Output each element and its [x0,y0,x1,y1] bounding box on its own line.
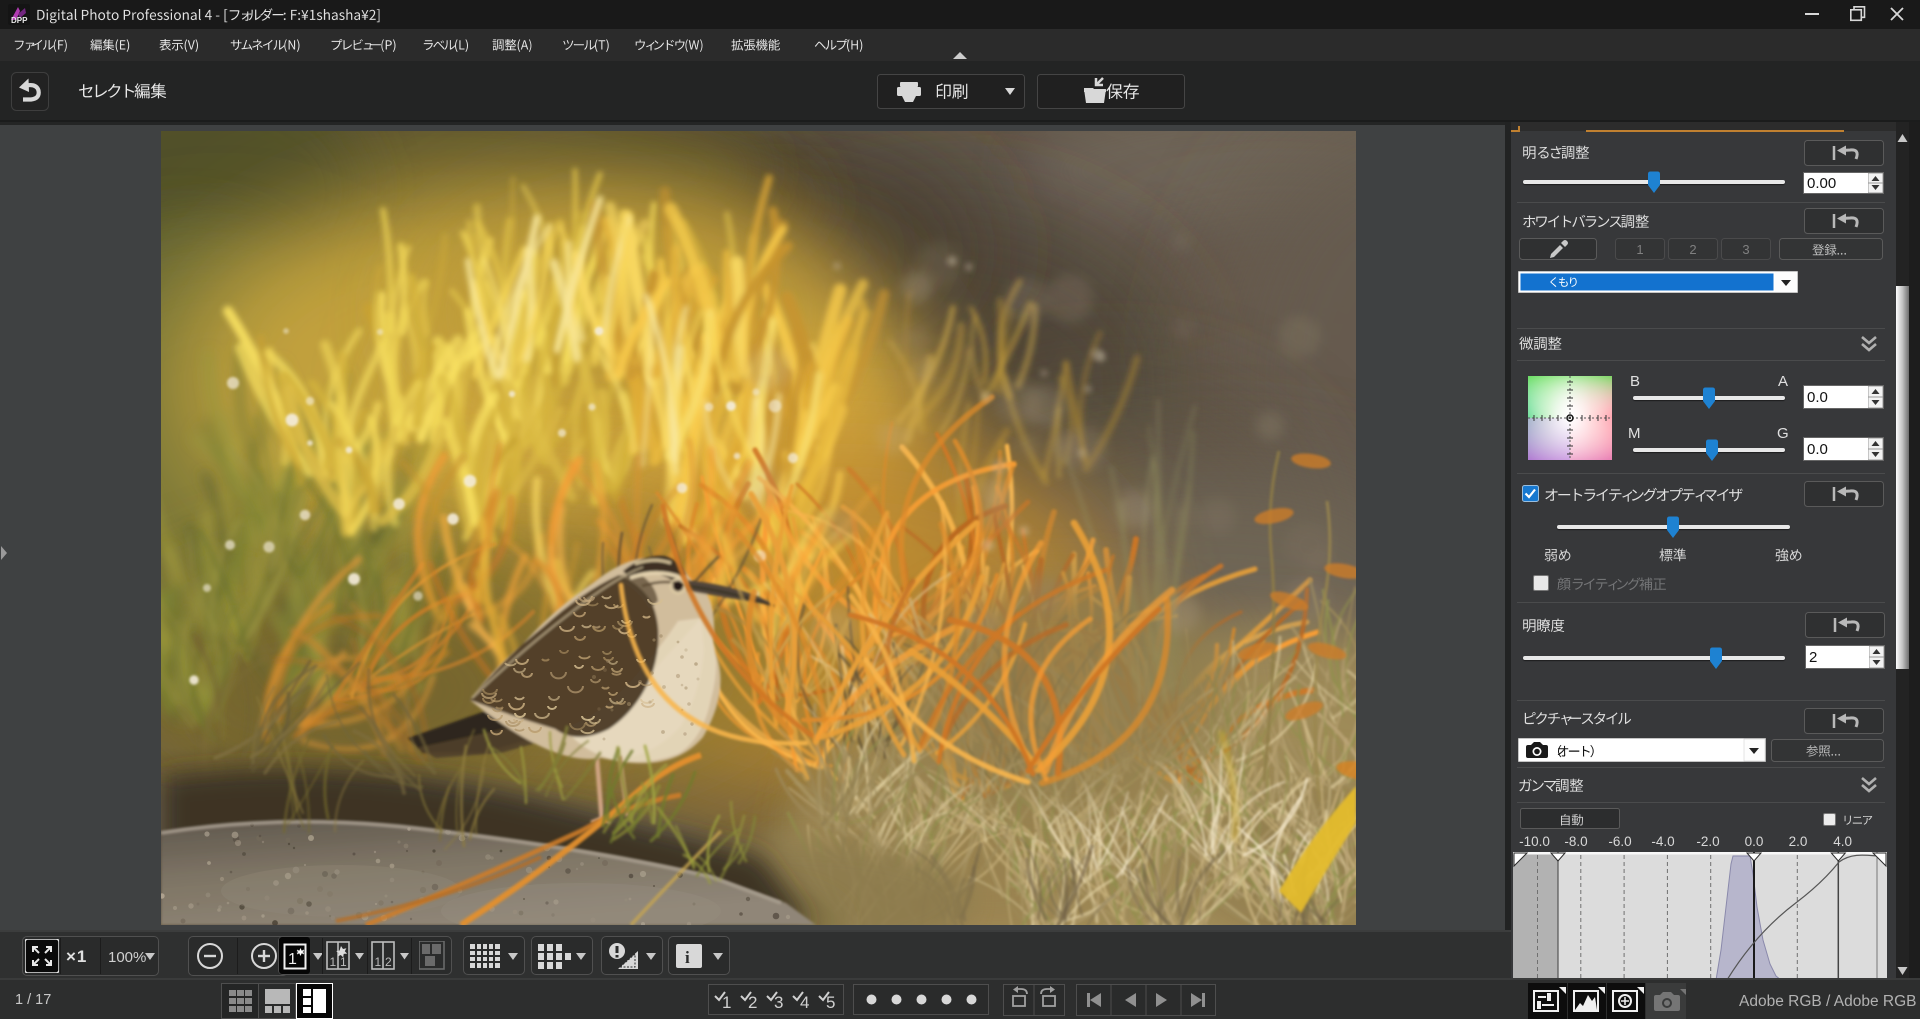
svg-text:i: i [685,948,690,967]
svg-text:3: 3 [774,993,783,1011]
svg-text:DPP: DPP [11,16,28,25]
svg-text:1: 1 [1636,242,1643,257]
svg-text:1: 1 [722,993,731,1011]
svg-text:4: 4 [800,993,809,1011]
svg-text:1: 1 [375,955,382,969]
svg-text:2: 2 [748,993,757,1011]
svg-text:1: 1 [340,955,347,969]
svg-text:3: 3 [1742,242,1749,257]
svg-text:1: 1 [330,955,337,969]
svg-text:1: 1 [288,951,297,968]
svg-text:2: 2 [1689,242,1696,257]
svg-text:2: 2 [385,955,392,969]
svg-text:5: 5 [826,993,835,1011]
